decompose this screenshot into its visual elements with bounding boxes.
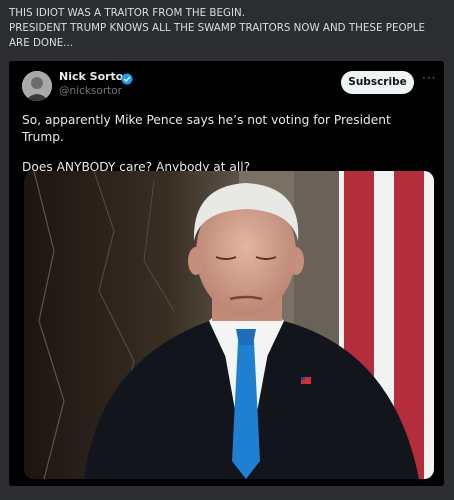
verified-badge-icon [121, 70, 133, 85]
subscribe-button[interactable]: Subscribe [341, 71, 414, 94]
embedded-tweet-card[interactable]: Nick Sortor @nicksortor Subscribe ··· So… [9, 61, 444, 486]
post-caption: THIS IDIOT WAS A TRAITOR FROM THE BEGIN.… [9, 6, 445, 51]
tweet-text-line-1: So, apparently Mike Pence says he’s not … [22, 113, 391, 144]
caption-line-1: THIS IDIOT WAS A TRAITOR FROM THE BEGIN. [9, 7, 245, 19]
tweet-photo[interactable] [24, 171, 434, 479]
avatar[interactable] [22, 71, 52, 101]
author-name[interactable]: Nick Sortor [59, 70, 129, 83]
caption-line-2: PRESIDENT TRUMP KNOWS ALL THE SWAMP TRAI… [9, 22, 426, 49]
more-options-icon[interactable]: ··· [422, 71, 436, 85]
author-handle[interactable]: @nicksortor [59, 85, 122, 97]
